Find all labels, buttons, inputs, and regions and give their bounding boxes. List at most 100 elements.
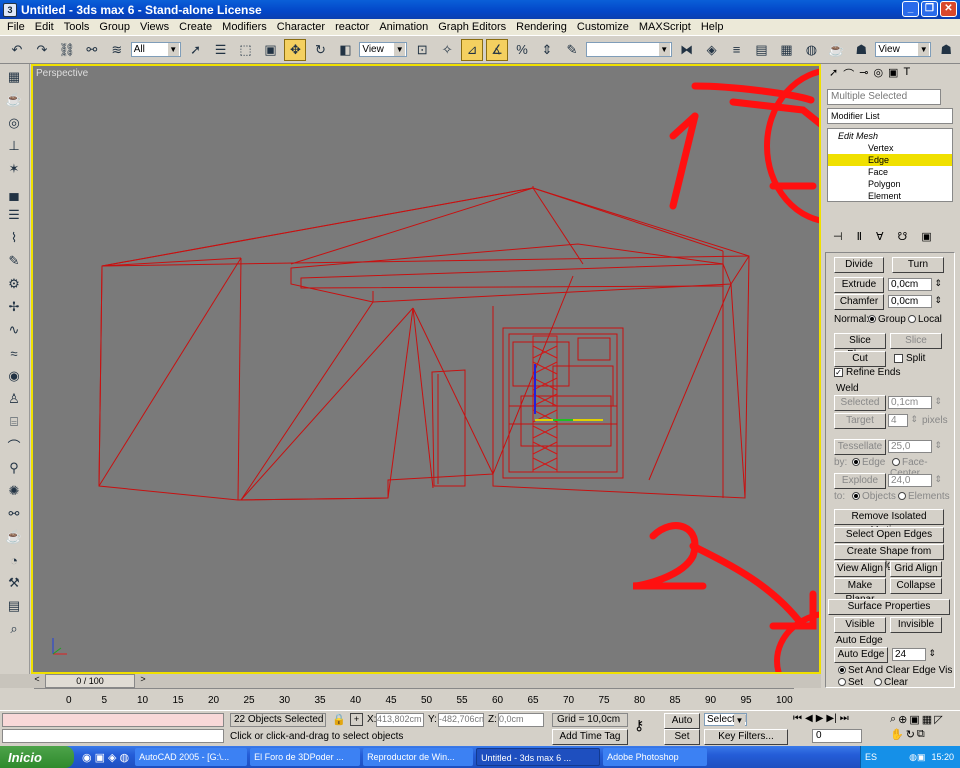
wall-icon[interactable]: ▄ — [3, 182, 25, 202]
reference-coord-dropdown[interactable]: View — [359, 42, 408, 57]
menu-animation[interactable]: Animation — [374, 21, 433, 33]
show-end-result-icon[interactable]: Ⅱ — [857, 230, 862, 244]
cut-button[interactable]: Cut — [834, 351, 886, 367]
split-checkbox[interactable]: Split — [894, 353, 925, 364]
snap-toggle-icon[interactable]: ⊿ — [461, 38, 484, 61]
set-key-button[interactable]: Set Key — [664, 729, 700, 756]
menu-reactor[interactable]: reactor — [330, 21, 374, 33]
remove-modifier-icon[interactable]: ☋ — [898, 230, 908, 244]
modify-tab-icon[interactable]: ⌒ — [843, 66, 854, 81]
display-tab-icon[interactable]: ▣ — [888, 66, 898, 80]
paint-icon[interactable]: ✎ — [3, 251, 25, 271]
normal-group-radio[interactable]: Group — [866, 314, 906, 325]
task-3dsmax[interactable]: Untitled - 3ds max 6 ... — [476, 748, 601, 766]
menu-graph-editors[interactable]: Graph Editors — [433, 21, 511, 33]
create-tab-icon[interactable]: ➚ — [829, 66, 838, 80]
select-and-move-icon[interactable]: ✥ — [284, 38, 307, 61]
max-toggle-icon[interactable]: ⧉ — [917, 728, 925, 741]
perspective-viewport[interactable]: Perspective — [31, 64, 821, 674]
zoom-extents-icon[interactable]: ▣ — [909, 713, 919, 726]
plane-icon[interactable]: ⊥ — [3, 136, 25, 156]
layout-icon[interactable]: ▤ — [3, 596, 25, 616]
pin-stack-icon[interactable]: ⊣ — [833, 230, 843, 244]
spinner-snap-icon[interactable]: ⇕ — [536, 39, 558, 61]
absolute-mode-icon[interactable]: + — [350, 713, 363, 726]
next-frame-icon[interactable]: ▶| — [826, 713, 836, 724]
visible-button[interactable]: Visible — [834, 617, 886, 633]
helper-icon[interactable]: ✢ — [3, 297, 25, 317]
set-key-icon[interactable]: ⚷ — [634, 717, 644, 734]
current-frame-field[interactable]: 0 — [812, 729, 862, 743]
create-shape-from-edges-button[interactable]: Create Shape from Edges — [834, 544, 944, 571]
percent-snap-icon[interactable]: % — [511, 39, 533, 61]
motion-tab-icon[interactable]: ◎ — [873, 66, 883, 80]
time-slider[interactable]: 0 / 100 — [45, 674, 135, 688]
slice-plane-button[interactable]: Slice Plane — [834, 333, 886, 360]
task-photoshop[interactable]: Adobe Photoshop — [603, 748, 708, 766]
slider-right-arrow-icon[interactable]: > — [136, 674, 150, 688]
explode-spinner[interactable]: 24,0 — [888, 474, 942, 487]
link-icon[interactable]: ⚯ — [3, 504, 25, 524]
layer-manager-icon[interactable]: ≡ — [726, 39, 748, 61]
named-selection-dropdown[interactable] — [585, 42, 672, 57]
zoom-icon-nav[interactable]: ⌕ — [890, 713, 896, 726]
slice-button[interactable]: Slice — [890, 333, 942, 349]
key-mode-dropdown[interactable]: Selected — [704, 713, 747, 726]
menu-modifiers[interactable]: Modifiers — [217, 21, 272, 33]
stack-edge[interactable]: Edge — [868, 155, 889, 165]
menu-rendering[interactable]: Rendering — [511, 21, 572, 33]
select-open-edges-button[interactable]: Select Open Edges — [834, 527, 944, 543]
teapot-small-icon[interactable]: ☕ — [3, 527, 25, 547]
menu-edit[interactable]: Edit — [30, 21, 59, 33]
undo-icon[interactable]: ↶ — [6, 39, 28, 61]
chamfer-spinner[interactable]: 0,0cm — [888, 295, 942, 308]
modifier-list-dropdown[interactable]: Modifier List — [827, 108, 953, 124]
z-coordinate-field[interactable]: 0,0cm — [498, 713, 544, 727]
stack-vertex[interactable]: Vertex — [868, 143, 894, 153]
select-and-scale-icon[interactable]: ◧ — [334, 39, 356, 61]
object-name-field[interactable]: Multiple Selected — [827, 89, 941, 105]
create-box-icon[interactable]: ▦ — [3, 67, 25, 87]
task-autocad[interactable]: AutoCAD 2005 - [G:\... — [135, 748, 248, 766]
grid-align-button[interactable]: Grid Align — [890, 561, 942, 577]
chamfer-button[interactable]: Chamfer — [834, 294, 884, 310]
arc-rotate-icon[interactable]: ↻ — [906, 728, 915, 741]
play-icon[interactable]: ▶ — [816, 713, 824, 724]
quick-launch-icons[interactable]: ◉▣◈◍ — [82, 751, 132, 764]
lock-selection-icon[interactable]: 🔒 — [332, 713, 346, 726]
render-last-icon[interactable]: ☗ — [935, 39, 957, 61]
view-align-button[interactable]: View Align — [834, 561, 886, 577]
material-editor-icon[interactable]: ◍ — [800, 39, 822, 61]
gear-icon[interactable]: ⚙ — [3, 274, 25, 294]
configure-sets-icon[interactable]: ▣ — [921, 230, 931, 244]
tray-icons[interactable]: ◍▣ — [909, 752, 925, 763]
particles-icon[interactable]: ✺ — [3, 481, 25, 501]
extrude-button[interactable]: Extrude — [834, 277, 884, 293]
zoom-all-icon[interactable]: ⊕ — [898, 713, 907, 726]
minimize-button[interactable]: _ — [902, 1, 919, 17]
explode-button[interactable]: Explode — [834, 473, 886, 489]
auto-edge-button[interactable]: Auto Edge — [834, 647, 888, 663]
select-object-icon[interactable]: ➚ — [185, 39, 207, 61]
stack-element[interactable]: Element — [868, 191, 901, 201]
to-elements-radio[interactable]: Elements — [896, 491, 950, 502]
redo-icon[interactable]: ↷ — [31, 39, 53, 61]
bind-space-warp-icon[interactable]: ≋ — [106, 39, 128, 61]
bone-icon[interactable]: ⌇ — [3, 228, 25, 248]
close-button[interactable]: ✕ — [940, 1, 957, 17]
edit-named-selections-icon[interactable]: ✎ — [561, 39, 583, 61]
stairs-icon[interactable]: ☰ — [3, 205, 25, 225]
utilities-tab-icon[interactable]: T — [903, 66, 910, 80]
stack-polygon[interactable]: Polygon — [868, 179, 901, 189]
task-foro-3dpoder[interactable]: El Foro de 3DPoder ... — [250, 748, 361, 766]
select-and-rotate-icon[interactable]: ↻ — [309, 39, 331, 61]
stack-face[interactable]: Face — [868, 167, 888, 177]
align-icon[interactable]: ◈ — [701, 39, 723, 61]
sphere-icon[interactable]: ◎ — [3, 113, 25, 133]
schematic-view-icon[interactable]: ▦ — [776, 39, 798, 61]
quick-render-icon[interactable]: ☗ — [850, 39, 872, 61]
slider-left-arrow-icon[interactable]: < — [30, 674, 44, 688]
render-type-dropdown[interactable]: View — [875, 42, 932, 57]
bones-icon[interactable]: ⚲ — [3, 458, 25, 478]
render-scene-icon[interactable]: ☕ — [825, 39, 847, 61]
